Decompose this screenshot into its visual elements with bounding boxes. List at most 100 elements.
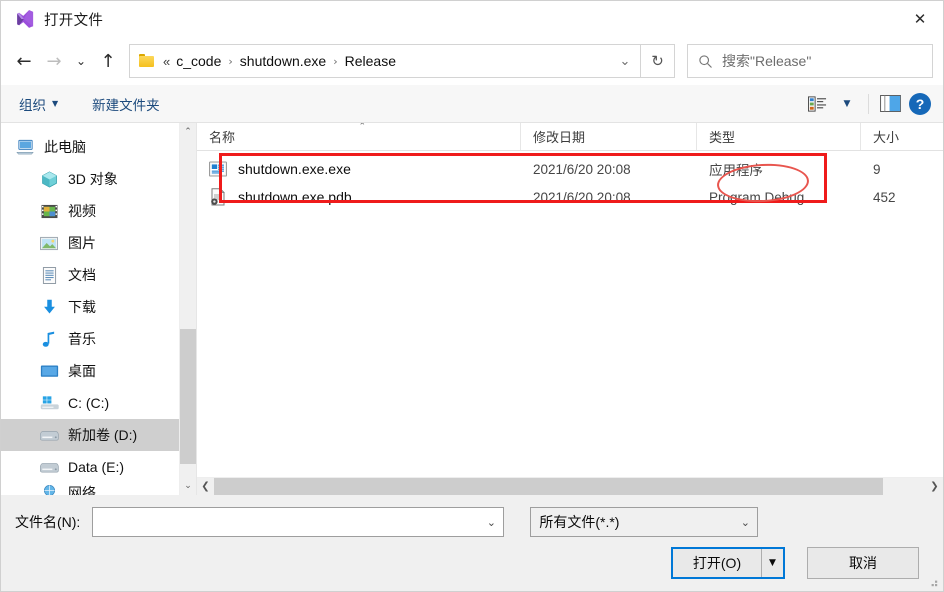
sidebar-item-documents[interactable]: 文档: [1, 259, 179, 291]
chevron-down-icon[interactable]: ⌄: [733, 516, 757, 529]
resize-grip[interactable]: [927, 576, 939, 588]
column-label: 修改日期: [533, 130, 586, 145]
refresh-icon: ↻: [651, 52, 664, 70]
new-folder-button[interactable]: 新建文件夹: [92, 94, 160, 114]
column-header-type[interactable]: 类型: [697, 123, 861, 150]
open-button[interactable]: 打开(O): [673, 549, 761, 577]
open-file-dialog: 打开文件 ✕ ← → ⌄ ↑ « c_code › shutdown.exe ›…: [0, 0, 944, 592]
dialog-footer: 文件名(N): ⌄ 所有文件(*.*) ⌄ 打开(O) ▼ 取消: [1, 495, 943, 591]
chevron-down-icon: ▼: [843, 98, 851, 109]
file-name-cell[interactable]: shutdown.exe.pdb: [197, 188, 521, 206]
file-date-cell: 2021/6/20 20:08: [533, 161, 631, 177]
sidebar-item-drive-d[interactable]: 新加卷 (D:): [1, 419, 179, 451]
visual-studio-icon: [17, 10, 34, 28]
chevron-right-icon: ›: [228, 54, 233, 68]
help-button[interactable]: ?: [905, 89, 935, 119]
file-list-horizontal-scrollbar[interactable]: ❮ ❯: [197, 477, 943, 495]
sidebar-item-label: 下载: [68, 299, 96, 315]
sidebar-item-drive-c[interactable]: C: (C:): [1, 387, 179, 419]
videos-icon: [39, 202, 59, 220]
view-options-button[interactable]: [802, 89, 832, 119]
program-debug-database-icon: [211, 188, 225, 206]
new-folder-label: 新建文件夹: [92, 97, 160, 113]
sidebar-item-drive-e[interactable]: Data (E:): [1, 451, 179, 483]
scroll-down-button[interactable]: ⌄: [180, 477, 196, 495]
file-size-cell: 9: [873, 161, 881, 177]
scroll-right-button[interactable]: ❯: [926, 478, 943, 495]
sidebar-item-label: C: (C:): [68, 395, 110, 411]
organize-button[interactable]: 组织 ▼: [19, 94, 58, 114]
table-row[interactable]: shutdown.exe.exe 2021/6/20 20:08 应用程序 9: [197, 155, 943, 183]
sidebar-item-label: 桌面: [68, 363, 96, 379]
sidebar-item-videos[interactable]: 视频: [1, 195, 179, 227]
column-label: 名称: [209, 130, 236, 145]
filename-label: 文件名(N):: [15, 514, 81, 530]
desktop-icon: [39, 362, 59, 380]
downloads-icon: [39, 298, 59, 316]
column-header-name[interactable]: ⌃ 名称: [197, 123, 521, 150]
scroll-thumb[interactable]: [214, 478, 884, 495]
filename-input[interactable]: ⌄: [92, 507, 505, 537]
sidebar-item-label: 3D 对象: [68, 171, 118, 187]
close-button[interactable]: ✕: [897, 1, 943, 37]
sidebar-item-pictures[interactable]: 图片: [1, 227, 179, 259]
recent-locations-button[interactable]: ⌄: [69, 45, 93, 77]
column-headers: ⌃ 名称 修改日期 类型 大小: [197, 123, 943, 151]
window-title: 打开文件: [44, 12, 104, 29]
preview-pane-button[interactable]: [875, 89, 905, 119]
sidebar-item-network[interactable]: 网络: [1, 483, 179, 495]
sidebar-item-desktop[interactable]: 桌面: [1, 355, 179, 387]
sidebar-item-this-pc[interactable]: 此电脑: [1, 131, 179, 163]
cancel-button[interactable]: 取消: [807, 547, 919, 579]
refresh-button[interactable]: ↻: [641, 44, 675, 78]
breadcrumb-item-2[interactable]: Release: [345, 53, 396, 69]
address-dropdown-button[interactable]: ⌄: [610, 45, 640, 77]
breadcrumb-item-0[interactable]: c_code: [176, 53, 221, 69]
documents-icon: [39, 266, 59, 284]
this-pc-icon: [15, 138, 35, 156]
view-options-dropdown[interactable]: ▼: [832, 89, 862, 119]
sidebar-item-downloads[interactable]: 下载: [1, 291, 179, 323]
up-button[interactable]: ↑: [93, 45, 123, 77]
sidebar-item-label: 新加卷 (D:): [68, 427, 138, 443]
folder-icon: [139, 54, 155, 68]
help-icon: ?: [909, 92, 931, 115]
sidebar-item-music[interactable]: 音乐: [1, 323, 179, 355]
column-label: 类型: [709, 130, 736, 145]
table-row[interactable]: shutdown.exe.pdb 2021/6/20 20:08 Program…: [197, 183, 943, 211]
chevron-down-icon: ▼: [52, 99, 59, 108]
scroll-track[interactable]: [180, 141, 196, 477]
back-button[interactable]: ←: [9, 45, 39, 77]
file-type-filter-select[interactable]: 所有文件(*.*) ⌄: [530, 507, 759, 537]
pictures-icon: [39, 234, 59, 252]
breadcrumb-overflow-icon[interactable]: «: [163, 54, 170, 69]
filename-row: 文件名(N): ⌄ 所有文件(*.*) ⌄: [1, 495, 943, 537]
forward-button[interactable]: →: [39, 45, 69, 77]
dialog-body: 此电脑 3D 对象 视频 图片 文档 下载 音乐 桌面 C: (C:) 新加卷 …: [1, 123, 943, 495]
scroll-up-button[interactable]: ⌃: [180, 123, 196, 141]
title-bar: 打开文件 ✕: [1, 1, 943, 37]
breadcrumb: « c_code › shutdown.exe › Release: [163, 53, 610, 69]
chevron-down-icon[interactable]: ⌄: [479, 516, 503, 529]
drive-icon: [39, 458, 59, 476]
file-name-cell[interactable]: shutdown.exe.exe: [197, 160, 521, 178]
file-date-cell: 2021/6/20 20:08: [533, 189, 631, 205]
breadcrumb-item-1[interactable]: shutdown.exe: [240, 53, 326, 69]
sidebar-item-3d-objects[interactable]: 3D 对象: [1, 163, 179, 195]
column-header-date[interactable]: 修改日期: [521, 123, 697, 150]
open-dropdown-button[interactable]: ▼: [761, 549, 783, 577]
network-icon: [39, 483, 59, 495]
open-button-group[interactable]: 打开(O) ▼: [671, 547, 785, 579]
scroll-track[interactable]: [214, 478, 926, 495]
address-bar[interactable]: « c_code › shutdown.exe › Release ⌄: [129, 44, 641, 78]
search-input[interactable]: 搜索"Release": [687, 44, 933, 78]
search-icon: [688, 54, 722, 69]
sidebar-item-label: 文档: [68, 267, 96, 283]
divider: [868, 93, 869, 114]
sidebar-vertical-scrollbar[interactable]: ⌃ ⌄: [179, 123, 196, 495]
scroll-left-button[interactable]: ❮: [197, 478, 214, 495]
column-header-size[interactable]: 大小: [861, 123, 943, 150]
file-size-cell: 452: [873, 189, 896, 205]
view-options-icon: [807, 95, 826, 112]
scroll-thumb[interactable]: [180, 329, 196, 464]
